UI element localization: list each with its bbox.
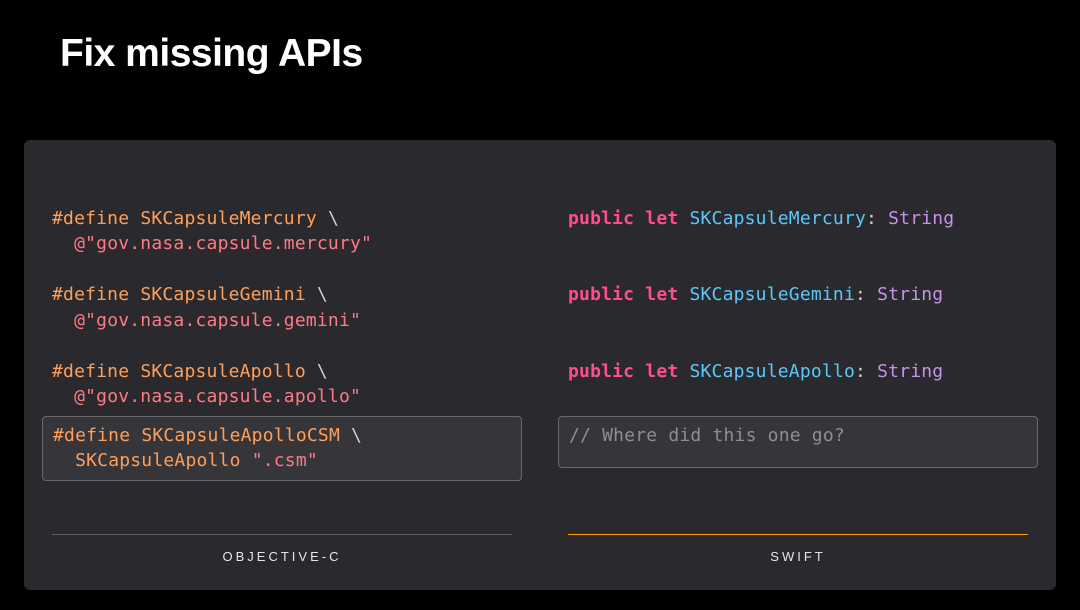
swift-let-kw: let [645, 284, 678, 305]
line-continuation: \ [351, 425, 362, 446]
objc-expr-string: ".csm" [252, 450, 318, 471]
objc-define-kw: #define [52, 284, 129, 305]
objc-define-kw: #define [52, 361, 129, 382]
slide: Fix missing APIs #define SKCapsuleMercur… [0, 0, 1080, 610]
swift-type: String [888, 208, 954, 229]
swift-label: SWIFT [568, 549, 1028, 564]
swift-name: SKCapsuleMercury [689, 208, 866, 229]
objc-code: #define SKCapsuleMercury \ @"gov.nasa.ca… [52, 180, 512, 506]
page-title: Fix missing APIs [60, 32, 363, 76]
objc-macro-name: SKCapsuleApollo [140, 361, 306, 382]
objc-macro-name: SKCapsuleGemini [140, 284, 306, 305]
swift-column: public let SKCapsuleMercury: String publ… [540, 140, 1056, 590]
swift-highlighted-block: // Where did this one go? [558, 416, 1038, 468]
line-continuation: \ [328, 208, 339, 229]
swift-type: String [877, 361, 943, 382]
line-continuation: \ [317, 361, 328, 382]
objc-highlighted-block: #define SKCapsuleApolloCSM \ SKCapsuleAp… [42, 416, 522, 481]
objc-define-kw: #define [52, 208, 129, 229]
swift-name: SKCapsuleApollo [689, 361, 855, 382]
objc-string: "gov.nasa.capsule.gemini" [85, 310, 361, 331]
divider [52, 534, 512, 535]
swift-public-kw: public [568, 361, 634, 382]
swift-name: SKCapsuleGemini [689, 284, 855, 305]
objc-at: @ [74, 233, 85, 254]
swift-code: public let SKCapsuleMercury: String publ… [568, 180, 1028, 506]
objc-define-kw: #define [53, 425, 130, 446]
objc-at: @ [74, 386, 85, 407]
objc-macro-name: SKCapsuleApolloCSM [141, 425, 340, 446]
objc-macro-name: SKCapsuleMercury [140, 208, 317, 229]
divider-accent [568, 534, 1028, 535]
swift-public-kw: public [568, 208, 634, 229]
swift-public-kw: public [568, 284, 634, 305]
code-panel: #define SKCapsuleMercury \ @"gov.nasa.ca… [24, 140, 1056, 590]
swift-comment: // Where did this one go? [569, 425, 845, 446]
swift-let-kw: let [645, 361, 678, 382]
swift-type: String [877, 284, 943, 305]
objc-string: "gov.nasa.capsule.apollo" [85, 386, 361, 407]
objc-expr-id: SKCapsuleApollo [75, 450, 241, 471]
objc-column: #define SKCapsuleMercury \ @"gov.nasa.ca… [24, 140, 540, 590]
objc-label: OBJECTIVE-C [52, 549, 512, 564]
objc-at: @ [74, 310, 85, 331]
line-continuation: \ [317, 284, 328, 305]
swift-let-kw: let [645, 208, 678, 229]
objc-string: "gov.nasa.capsule.mercury" [85, 233, 372, 254]
